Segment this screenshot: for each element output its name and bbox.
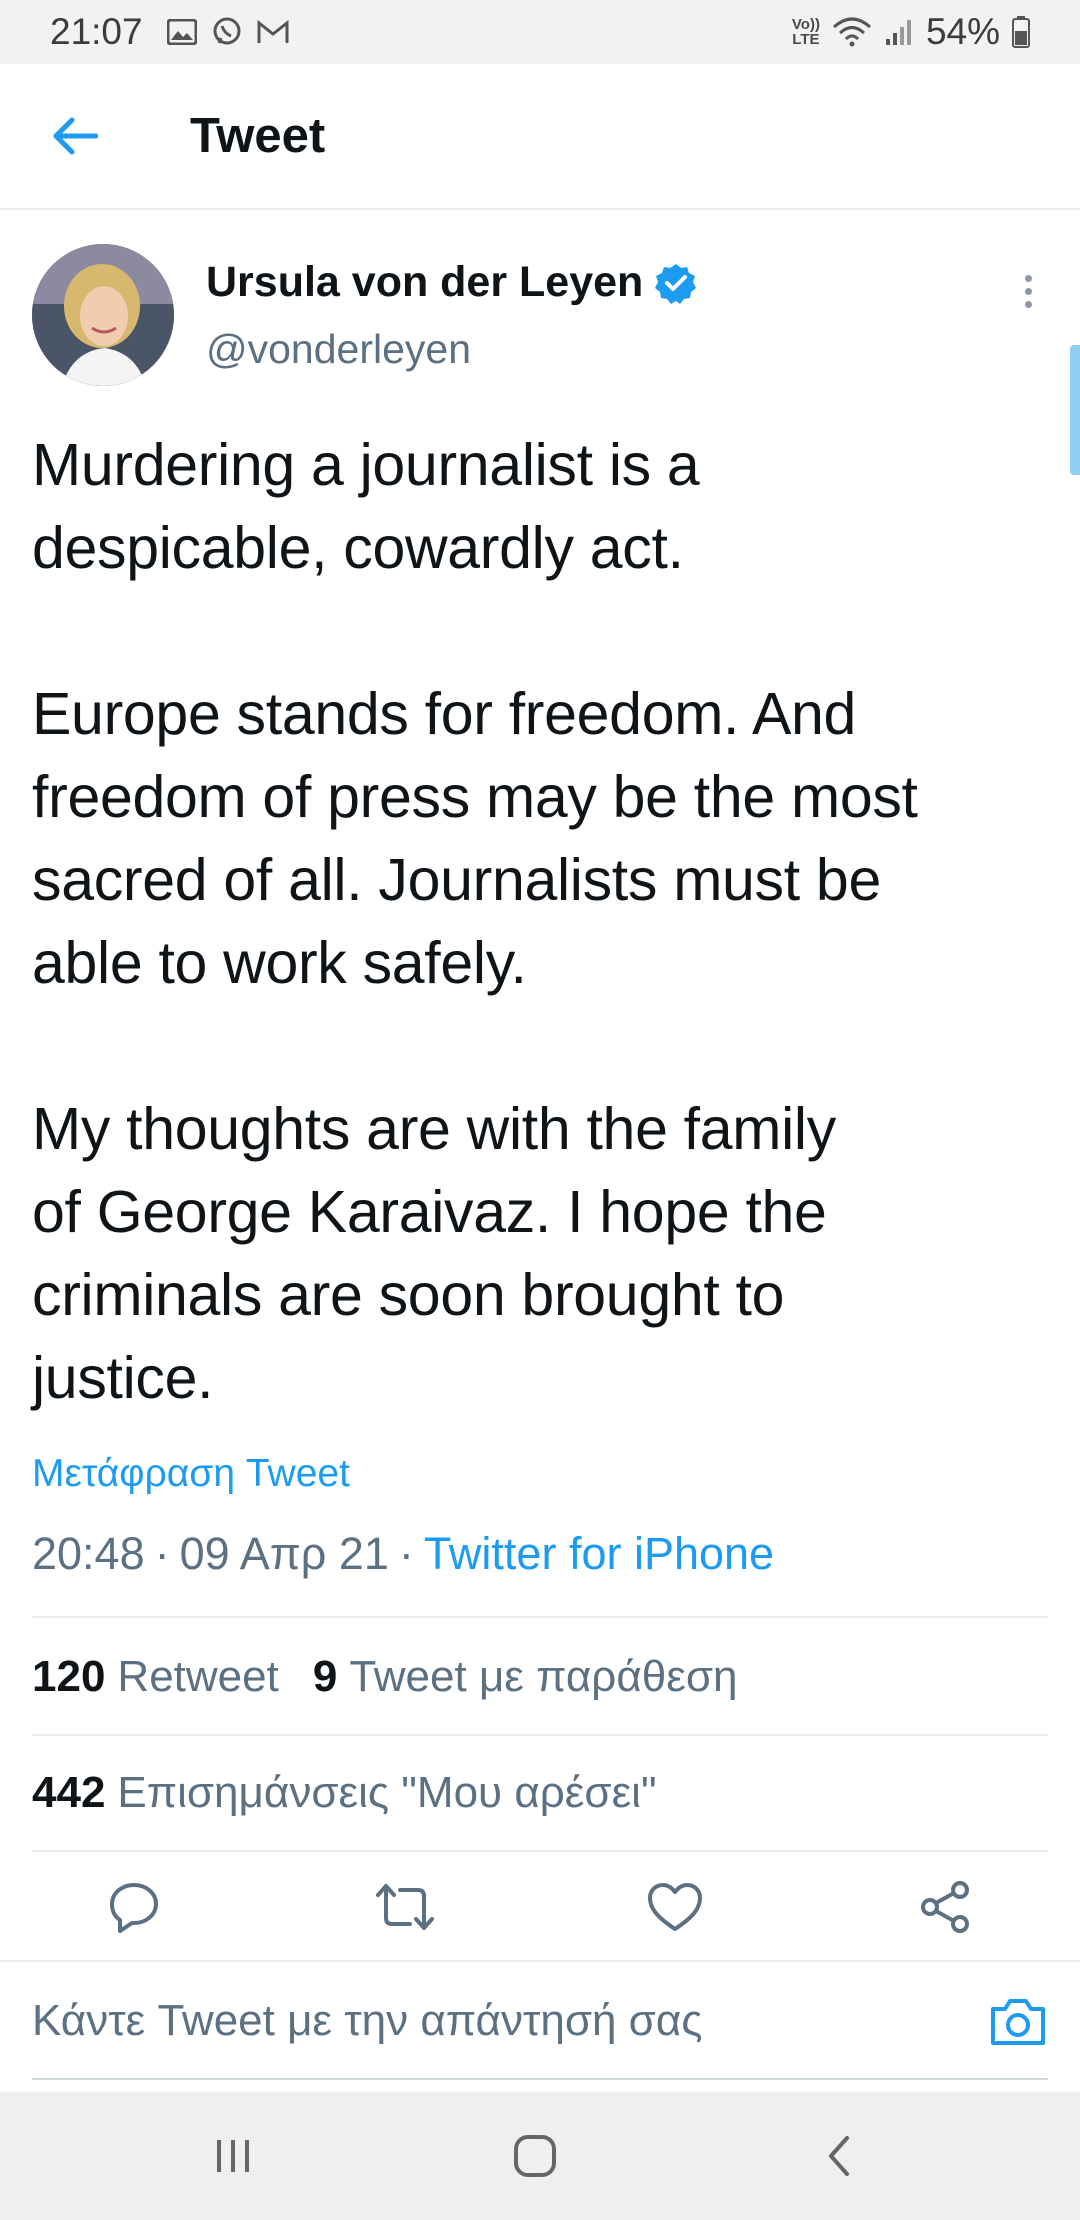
scrollbar-thumb[interactable]	[1070, 345, 1080, 475]
tweet-meta: 20:48 · 09 Απρ 21 · Twitter for iPhone	[32, 1528, 774, 1580]
status-bar-right: Vo)) LTE 54%	[792, 11, 1030, 53]
likes-stats-row: 442 Επισημάνσεις "Μου αρέσει"	[32, 1768, 657, 1818]
reply-icon	[110, 1883, 158, 1933]
author-name-row: Ursula von der Leyen	[206, 258, 697, 307]
quotes-count: 9	[312, 1652, 338, 1701]
battery-percent: 54%	[925, 11, 1000, 52]
share-button[interactable]	[910, 1872, 980, 1942]
retweets-count: 120	[32, 1652, 106, 1701]
notification-icons	[166, 16, 289, 48]
more-options-button[interactable]	[1008, 266, 1048, 316]
share-icon	[921, 1881, 969, 1933]
system-navigation-bar	[0, 2092, 1080, 2220]
wifi-icon	[832, 17, 871, 47]
heart-icon	[648, 1883, 702, 1931]
tweet-text: Murdering a journalist is a despicable, …	[32, 432, 918, 1411]
verified-badge-icon	[655, 263, 697, 304]
home-button[interactable]	[500, 2121, 570, 2191]
recents-icon	[217, 2140, 249, 2172]
reply-input[interactable]: Κάντε Tweet με την απάντησή σας	[32, 1996, 702, 2046]
tweet-actions	[0, 1872, 1080, 1962]
avatar-image	[32, 244, 174, 386]
status-time: 21:07	[50, 11, 143, 52]
divider	[32, 1734, 1048, 1736]
divider	[32, 1850, 1048, 1852]
lte-label: LTE	[792, 31, 820, 48]
reply-underline	[32, 2078, 1048, 2080]
quotes-label: Tweet με παράθεση	[349, 1652, 738, 1701]
gallery-notification-icon	[166, 19, 197, 45]
reply-composer[interactable]: Κάντε Tweet με την απάντησή σας	[0, 1960, 1080, 2080]
avatar[interactable]	[32, 244, 174, 386]
volte-indicator: Vo)) LTE	[792, 17, 820, 47]
meta-separator: ·	[154, 1528, 170, 1579]
signal-icon	[885, 20, 911, 45]
nav-back-icon	[829, 2136, 849, 2176]
author-handle[interactable]: @vonderleyen	[206, 326, 471, 373]
quotes-stat[interactable]: 9 Tweet με παράθεση	[313, 1652, 738, 1702]
home-icon	[514, 2135, 556, 2177]
back-button[interactable]	[48, 110, 100, 162]
divider	[32, 1616, 1048, 1618]
status-bar-left: 21:07	[50, 11, 289, 53]
meta-separator: ·	[398, 1528, 414, 1579]
page-title: Tweet	[190, 109, 326, 163]
more-vertical-icon	[1024, 274, 1032, 282]
retweet-icon	[376, 1884, 434, 1930]
retweet-button[interactable]	[370, 1872, 440, 1942]
translate-tweet-link[interactable]: Μετάφραση Tweet	[32, 1452, 350, 1496]
gmail-notification-icon	[257, 19, 289, 43]
camera-button[interactable]	[988, 1993, 1048, 2049]
likes-stat[interactable]: 442 Επισημάνσεις "Μου αρέσει"	[32, 1768, 657, 1818]
reply-button[interactable]	[99, 1872, 169, 1942]
author-name[interactable]: Ursula von der Leyen	[206, 258, 643, 307]
likes-label: Επισημάνσεις "Μου αρέσει"	[117, 1768, 657, 1817]
nav-back-button[interactable]	[804, 2121, 874, 2191]
likes-count: 442	[32, 1768, 106, 1817]
status-bar: 21:07 Vo)) LTE 54%	[0, 0, 1080, 64]
more-vertical-icon-dot	[1024, 300, 1032, 308]
recents-button[interactable]	[198, 2121, 268, 2191]
retweets-label: Retweet	[117, 1652, 279, 1701]
like-button[interactable]	[640, 1872, 710, 1942]
more-vertical-icon-dot	[1024, 287, 1032, 295]
top-app-bar: Tweet	[0, 64, 1080, 210]
tweet-author: Ursula von der Leyen @vonderleyen	[32, 244, 1048, 386]
retweets-stat[interactable]: 120 Retweet	[32, 1652, 279, 1702]
tweet-source-link[interactable]: Twitter for iPhone	[424, 1528, 774, 1580]
viber-notification-icon	[213, 17, 241, 45]
volte-label: Vo))	[791, 16, 820, 33]
battery-icon	[1012, 16, 1030, 48]
retweet-stats-row: 120 Retweet 9 Tweet με παράθεση	[32, 1652, 738, 1702]
camera-icon	[991, 1999, 1045, 2045]
arrow-left-icon	[53, 117, 98, 155]
tweet-date: 09 Απρ 21	[179, 1528, 389, 1579]
tweet-time: 20:48	[32, 1528, 145, 1579]
